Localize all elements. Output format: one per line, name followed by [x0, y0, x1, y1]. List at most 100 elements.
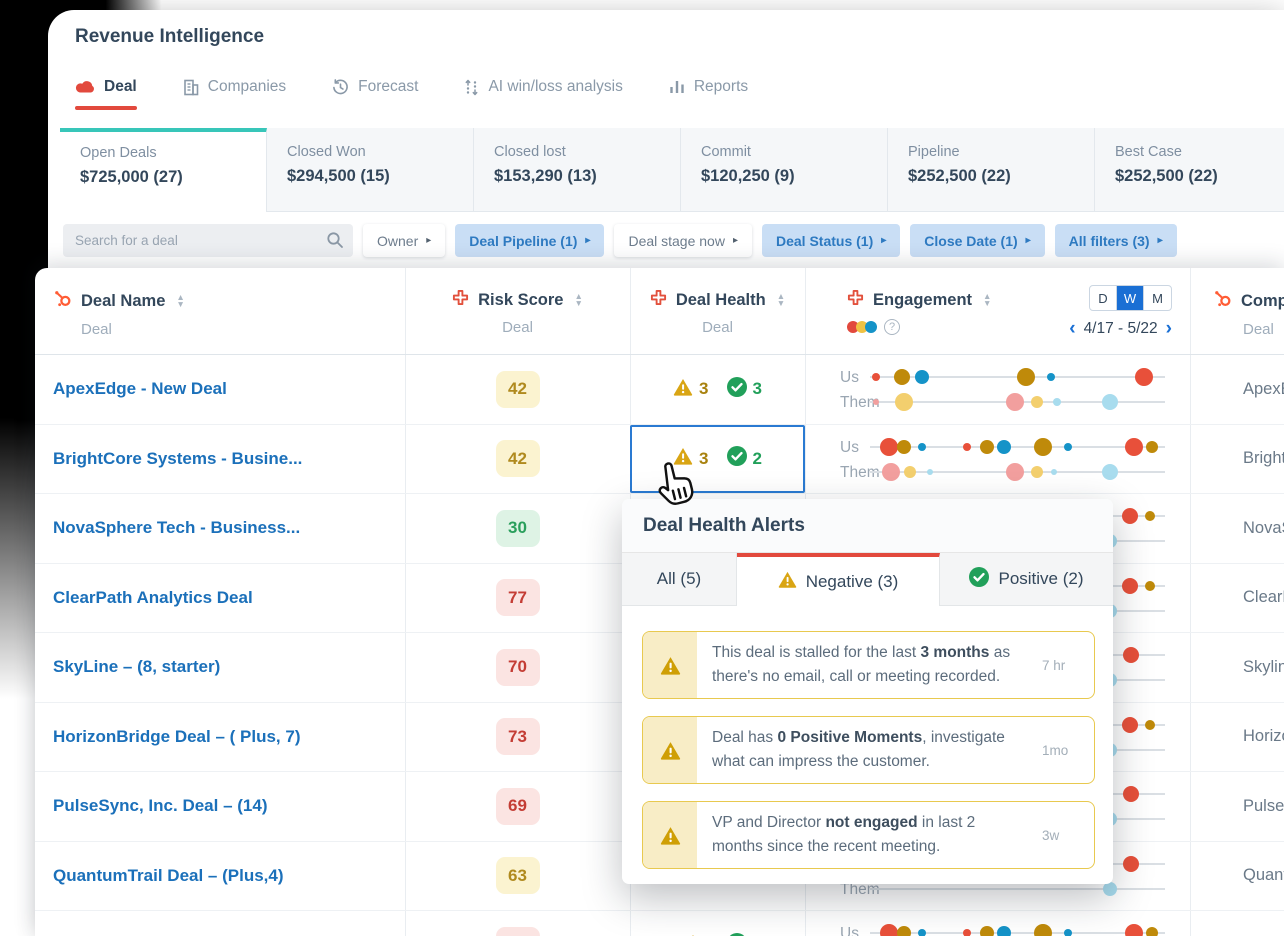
filter-all-filters-3-[interactable]: All filters (3) ▸: [1054, 224, 1177, 257]
filter-label: Deal Status (1): [776, 232, 874, 249]
nav-tab-deal[interactable]: Deal: [75, 78, 137, 110]
engagement-us-line: Us: [805, 367, 1190, 387]
engagement-dot: [979, 926, 994, 936]
reports-icon: [669, 79, 685, 95]
check-icon: [726, 376, 747, 402]
summary-card-2[interactable]: Closed Won $294,500 (15): [267, 128, 474, 212]
column-header-company: Comp Deal: [1190, 268, 1284, 355]
deal-search: [63, 224, 353, 257]
deal-health-cell[interactable]: 33: [630, 355, 805, 424]
page-title: Revenue Intelligence: [75, 26, 265, 47]
nav-tab-reports[interactable]: Reports: [669, 78, 748, 110]
caret-right-icon: ▸: [585, 235, 591, 246]
deal-name-link[interactable]: PulseSync, Inc. Deal – (14): [53, 796, 267, 816]
hubspot-icon: [1213, 289, 1232, 313]
engagement-dot: [1051, 468, 1058, 475]
summary-card-6[interactable]: Best Case $252,500 (22): [1095, 128, 1284, 212]
filter-label: All filters (3): [1068, 232, 1150, 249]
warning-icon: [778, 570, 797, 594]
cross-icon: [452, 289, 469, 311]
engagement-us-label: Us: [840, 369, 859, 386]
engagement-dot: [1145, 927, 1158, 936]
popup-tab-positive-2-[interactable]: Positive (2): [940, 553, 1113, 606]
deal-name-cell: QuantumTrail Deal – (Plus,4): [35, 842, 405, 911]
engagement-dot: [1017, 368, 1036, 386]
period-m[interactable]: M: [1144, 286, 1171, 310]
deal-name-link[interactable]: QuantumTrail Deal – (Plus,4): [53, 866, 284, 886]
engagement-track: [870, 445, 1165, 448]
card-label: Best Case: [1115, 144, 1182, 160]
date-range-nav: ‹ 4/17 - 5/22 ›: [1069, 319, 1172, 338]
card-value: $725,000 (27): [80, 168, 183, 186]
engagement-dot: [1102, 394, 1119, 410]
sort-deal-health[interactable]: Deal Health ▲ ▼: [650, 289, 785, 311]
deal-health-alerts-popup: Deal Health Alerts All (5) Negative (3) Po…: [622, 499, 1113, 884]
filter-label: Deal Pipeline (1): [469, 232, 578, 249]
sort-arrows-icon: ▲ ▼: [574, 291, 583, 308]
engagement-dot: [1047, 373, 1056, 381]
prev-range-icon[interactable]: ‹: [1069, 319, 1075, 338]
deal-name-cell: NovaSphere Tech - Business...: [35, 494, 405, 563]
engagement-dot: [1123, 855, 1140, 872]
deal-name-link[interactable]: ApexEdge - New Deal: [53, 379, 227, 399]
nav-tab-label: Forecast: [358, 78, 419, 95]
filter-deal-stage-now[interactable]: Deal stage now ▸: [614, 224, 752, 257]
engagement-them-label: Them: [840, 463, 880, 481]
risk-score-cell: 63: [405, 842, 630, 911]
alert-timestamp: 1mo: [1042, 742, 1069, 758]
period-w[interactable]: W: [1117, 286, 1144, 310]
filter-deal-pipeline-1-[interactable]: Deal Pipeline (1) ▸: [455, 224, 605, 257]
alerts-list: This deal is stalled for the last 3 mont…: [622, 606, 1113, 870]
nav-tab-forecast[interactable]: Forecast: [332, 78, 418, 110]
engagement-dot: [1121, 716, 1138, 733]
search-input[interactable]: [63, 224, 353, 257]
deal-name-link[interactable]: SkyLine – (8, starter): [53, 657, 220, 677]
nav-tab-companies[interactable]: Companies: [183, 78, 286, 110]
next-range-icon[interactable]: ›: [1166, 319, 1172, 338]
deal-name-link[interactable]: BrightCore Systems - Busine...: [53, 449, 302, 469]
engagement-dot: [1033, 437, 1052, 456]
deal-health-cell[interactable]: [630, 911, 805, 936]
sort-arrows-icon: ▲ ▼: [776, 291, 786, 308]
filter-deal-status-1-[interactable]: Deal Status (1) ▸: [762, 224, 901, 257]
popup-tab-all-5-[interactable]: All (5): [622, 553, 737, 606]
column-header-engagement: Engagement ▲ ▼ ? DWM ‹ 4/17 - 5/22 ›: [805, 268, 1190, 355]
help-icon[interactable]: ?: [884, 319, 900, 335]
summary-card-5[interactable]: Pipeline $252,500 (22): [888, 128, 1095, 212]
search-icon: [326, 231, 344, 254]
deal-name-link[interactable]: HorizonBridge Deal – ( Plus, 7): [53, 727, 301, 747]
engagement-dot: [917, 442, 926, 451]
sort-deal-name[interactable]: Deal Name ▲ ▼: [53, 289, 185, 313]
nav-tab-ai-winloss[interactable]: AI win/loss analysis: [464, 78, 623, 110]
engagement-dot: [1005, 393, 1024, 411]
company-cell: NovaSphe: [1243, 518, 1284, 537]
card-value: $120,250 (9): [701, 167, 795, 185]
deal-name-link[interactable]: ClearPath Analytics Deal: [53, 588, 253, 608]
summary-card-4[interactable]: Commit $120,250 (9): [681, 128, 888, 212]
risk-score-badge: 73: [495, 718, 540, 756]
engagement-track: [870, 932, 1165, 934]
filter-owner[interactable]: Owner ▸: [363, 224, 446, 257]
period-toggle: DWM: [1089, 285, 1172, 311]
popup-tab-negative-3-[interactable]: Negative (3): [737, 553, 940, 606]
sort-risk-score[interactable]: Risk Score ▲ ▼: [452, 289, 583, 311]
summary-card-3[interactable]: Closed lost $153,290 (13): [474, 128, 681, 212]
negative-alerts: 3: [673, 377, 709, 402]
card-value: $252,500 (22): [908, 167, 1011, 185]
period-d[interactable]: D: [1090, 286, 1117, 310]
ai-winloss-icon: [464, 79, 479, 96]
engagement-dot: [1121, 508, 1138, 524]
caret-right-icon: ▸: [881, 235, 887, 246]
warning-icon: [643, 802, 697, 869]
filter-bar: Owner▸ Deal Pipeline (1) ▸ Deal stage now▸ D…: [63, 224, 1177, 257]
company-cell: ClearPath: [1243, 588, 1284, 607]
hubspot-icon: [53, 289, 72, 313]
deal-name-cell: PulseSync, Inc. Deal – (14): [35, 772, 405, 841]
deal-name-link[interactable]: NovaSphere Tech - Business...: [53, 518, 300, 538]
engagement-dot: [1145, 511, 1156, 521]
card-label: Commit: [701, 144, 751, 160]
summary-card-1[interactable]: Open Deals $725,000 (27): [60, 128, 267, 212]
sort-company[interactable]: Comp: [1213, 289, 1284, 313]
filter-close-date-1-[interactable]: Close Date (1) ▸: [910, 224, 1045, 257]
engagement-dot: [1030, 465, 1043, 478]
